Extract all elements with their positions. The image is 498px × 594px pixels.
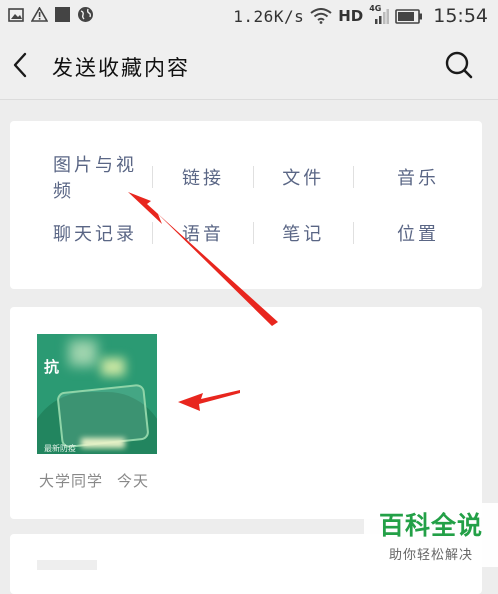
thumbnail-footer: 最新防疫	[44, 444, 76, 453]
status-left-icons	[8, 6, 94, 23]
category-voice[interactable]: 语音	[153, 215, 252, 251]
image-notification-icon	[8, 7, 24, 22]
watermark-logo: 百科全说 助你轻松解决	[364, 503, 498, 567]
title-bar: 发送收藏内容	[0, 33, 498, 100]
globe-icon	[78, 7, 93, 22]
watermark-title: 百科全说	[378, 511, 483, 540]
cell-signal-icon	[375, 9, 390, 24]
thumbnail-blur-patch	[81, 438, 125, 448]
category-row-1: 图片与视频 链接 文件 音乐	[10, 155, 482, 202]
signal-indicator: 4G	[369, 4, 390, 25]
category-images-videos[interactable]: 图片与视频	[10, 155, 152, 202]
search-icon	[445, 51, 473, 79]
category-music[interactable]: 音乐	[354, 159, 482, 195]
clock: 15:54	[433, 5, 488, 27]
category-location[interactable]: 位置	[354, 215, 482, 251]
favorite-date: 今天	[117, 472, 150, 490]
search-button[interactable]	[444, 50, 474, 80]
favorite-source: 大学同学	[39, 472, 104, 490]
category-files[interactable]: 文件	[254, 159, 353, 195]
watermark-subtitle: 助你轻松解决	[388, 548, 473, 563]
back-button[interactable]	[10, 50, 32, 80]
network-type-label: HD	[338, 7, 364, 25]
favorite-image-thumbnail[interactable]: 抗 最新防疫	[37, 334, 157, 454]
app-notification-icon	[55, 7, 70, 22]
thumbnail-blur-patch	[101, 358, 125, 376]
thumbnail-heading: 抗	[44, 358, 60, 376]
next-card-placeholder	[37, 560, 97, 570]
favorite-item-card[interactable]: 抗 最新防疫 大学同学 今天	[10, 307, 482, 519]
category-card: 图片与视频 链接 文件 音乐 聊天记录 语音 笔记 位置	[10, 121, 482, 289]
category-row-2: 聊天记录 语音 笔记 位置	[10, 215, 482, 251]
category-notes[interactable]: 笔记	[254, 215, 353, 251]
category-links[interactable]: 链接	[153, 159, 252, 195]
wifi-icon	[310, 8, 332, 24]
category-chat-history[interactable]: 聊天记录	[10, 215, 152, 251]
battery-icon	[395, 8, 423, 24]
favorite-meta: 大学同学 今天	[39, 470, 149, 491]
thumbnail-blur-patch	[69, 340, 97, 366]
status-right-icons: 1.26K/s HD 4G 15:54	[233, 4, 488, 27]
page-title: 发送收藏内容	[52, 56, 190, 80]
chevron-left-icon	[13, 52, 27, 78]
network-speed: 1.26K/s	[233, 6, 305, 26]
status-bar: 1.26K/s HD 4G 15:54	[0, 0, 498, 33]
warning-icon	[31, 7, 48, 22]
